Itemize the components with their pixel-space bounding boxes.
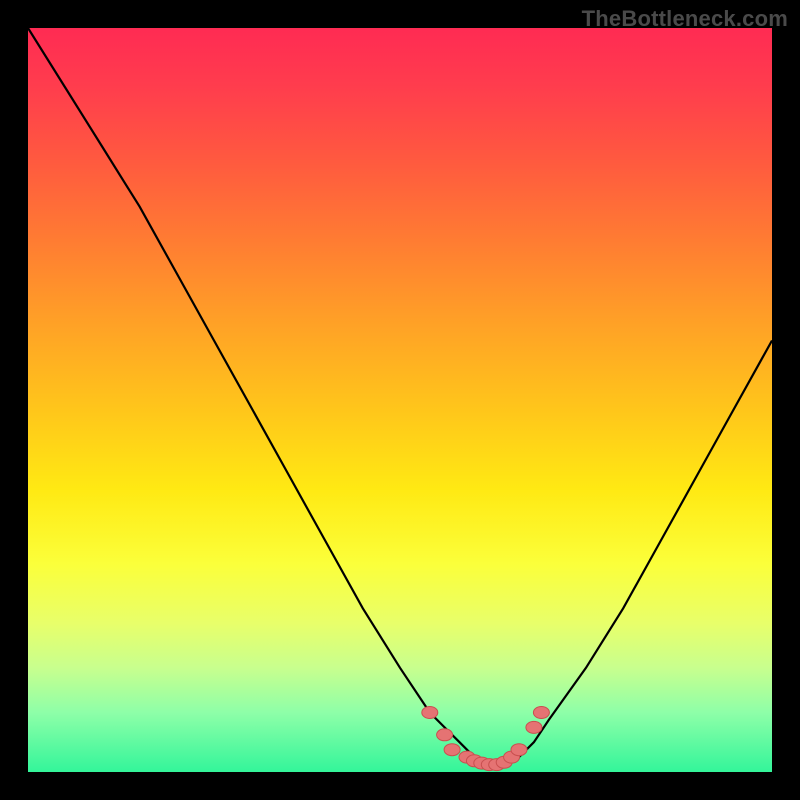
chart-stage: TheBottleneck.com	[0, 0, 800, 800]
curve-marker	[437, 729, 453, 741]
bottleneck-curve	[28, 28, 772, 765]
curve-layer	[28, 28, 772, 772]
curve-marker	[526, 721, 542, 733]
plot-area	[28, 28, 772, 772]
watermark-text: TheBottleneck.com	[582, 6, 788, 32]
curve-marker	[444, 744, 460, 756]
curve-marker	[511, 744, 527, 756]
curve-marker	[533, 707, 549, 719]
marker-group	[422, 707, 550, 771]
curve-marker	[422, 707, 438, 719]
